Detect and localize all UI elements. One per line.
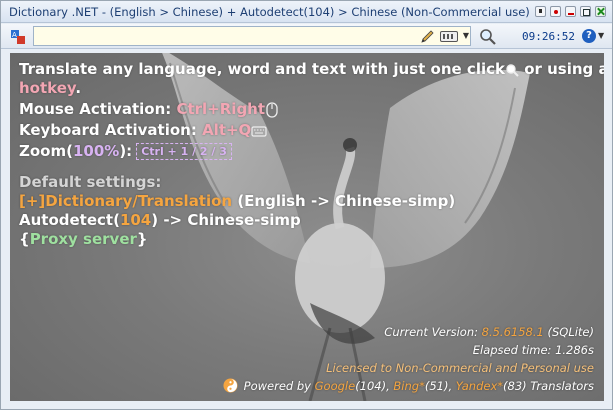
- autodetect-count[interactable]: 104: [120, 211, 151, 229]
- mouse-activation-line: Mouse Activation: Ctrl+Right: [19, 100, 599, 119]
- yandex-link[interactable]: Yandex*: [456, 379, 503, 393]
- zoom-close: ):: [119, 142, 133, 160]
- proxy-close: }: [136, 230, 148, 248]
- intro-suffix: or using a: [518, 60, 604, 78]
- mouse-activation-value[interactable]: Ctrl+Right: [176, 100, 265, 118]
- autodetect-line: Autodetect(104) -> Chinese-simp: [19, 211, 599, 230]
- intro-line: Translate any language, word and text wi…: [19, 60, 604, 79]
- maximize-button[interactable]: [580, 6, 591, 17]
- clock: 09:26:52: [522, 30, 575, 43]
- hotkey-line: hotkey.: [19, 79, 599, 98]
- dictionary-link[interactable]: [+]Dictionary/Translation: [19, 192, 232, 210]
- title-bar[interactable]: Dictionary .NET - (English > Chinese) + …: [1, 1, 612, 23]
- intro-text: Translate any language, word and text wi…: [19, 60, 505, 78]
- bing-count: (51),: [424, 379, 456, 393]
- proxy-open: {: [19, 230, 30, 248]
- proxy-link[interactable]: Proxy server: [30, 230, 137, 248]
- keyboard-icon[interactable]: [440, 31, 458, 42]
- main-panel: Translate any language, word and text wi…: [10, 53, 604, 401]
- yinyang-icon[interactable]: [223, 378, 238, 393]
- keyboard-activation-label: Keyboard Activation:: [19, 121, 203, 139]
- help-icon[interactable]: ?: [582, 29, 596, 43]
- minimize-button[interactable]: [565, 6, 576, 17]
- mouse-activation-label: Mouse Activation:: [19, 100, 177, 118]
- version-line: Current Version: 8.5.6158.1 (SQLite): [194, 323, 594, 341]
- chevron-down-icon[interactable]: ▼: [461, 27, 471, 45]
- bing-link[interactable]: Bing*: [393, 379, 424, 393]
- window-controls: [535, 6, 606, 17]
- license-text: Licensed to Non-Commercial and Personal …: [326, 361, 594, 375]
- pin-icon[interactable]: [535, 6, 546, 17]
- elapsed-time: Elapsed time: 1.286s: [472, 343, 594, 357]
- google-link[interactable]: Google: [315, 379, 356, 393]
- autodetect-prefix: Autodetect(: [19, 211, 120, 229]
- app-icon[interactable]: A: [10, 29, 26, 45]
- zoom-value[interactable]: 100%: [73, 142, 119, 160]
- version-value[interactable]: 8.5.6158.1: [482, 325, 544, 339]
- version-label: Current Version:: [384, 325, 482, 339]
- search-box: ▼: [33, 26, 471, 46]
- magnifier-icon[interactable]: [479, 28, 497, 46]
- zoom-keys: Ctrl + 1 / 2 / 3: [136, 143, 232, 160]
- yandex-count: (83) Translators: [503, 379, 594, 393]
- record-icon[interactable]: [550, 6, 561, 17]
- keyboard-activation-line: Keyboard Activation: Alt+Q: [19, 121, 599, 140]
- zoom-label: Zoom(: [19, 142, 73, 160]
- version-db: (SQLite): [543, 325, 594, 339]
- zoom-line: Zoom(100%): Ctrl + 1 / 2 / 3: [19, 142, 599, 161]
- app-window: Dictionary .NET - (English > Chinese) + …: [0, 0, 613, 410]
- dictionary-line: [+]Dictionary/Translation (English -> Ch…: [19, 192, 599, 211]
- proxy-line: {Proxy server}: [19, 230, 599, 249]
- period: .: [75, 79, 82, 97]
- welcome-text: Translate any language, word and text wi…: [19, 60, 604, 249]
- search-input[interactable]: [38, 28, 408, 44]
- mouse-icon: [266, 101, 278, 118]
- dictionary-pair: (English -> Chinese-simp): [232, 192, 456, 210]
- toolbar: A ▼ 09:26:52 ? ▼: [1, 24, 612, 49]
- powered-prefix: Powered by: [243, 379, 315, 393]
- powered-line: Powered by Google(104), Bing*(51), Yande…: [194, 377, 594, 395]
- default-settings-heading: Default settings:: [19, 173, 162, 191]
- info-panel: Current Version: 8.5.6158.1 (SQLite) Ela…: [194, 323, 594, 395]
- magnifier-small-icon: [506, 63, 519, 77]
- help-dropdown-icon[interactable]: ▼: [598, 31, 604, 40]
- pencil-icon[interactable]: [420, 29, 435, 44]
- hotkey-link[interactable]: hotkey: [19, 79, 75, 97]
- svg-text:A: A: [12, 31, 17, 39]
- autodetect-suffix: ) -> Chinese-simp: [151, 211, 301, 229]
- window-title: Dictionary .NET - (English > Chinese) + …: [9, 5, 530, 19]
- close-button[interactable]: [595, 6, 606, 17]
- keyboard-activation-value[interactable]: Alt+Q: [202, 121, 251, 139]
- google-count: (104),: [355, 379, 394, 393]
- keyboard-small-icon: [251, 125, 267, 137]
